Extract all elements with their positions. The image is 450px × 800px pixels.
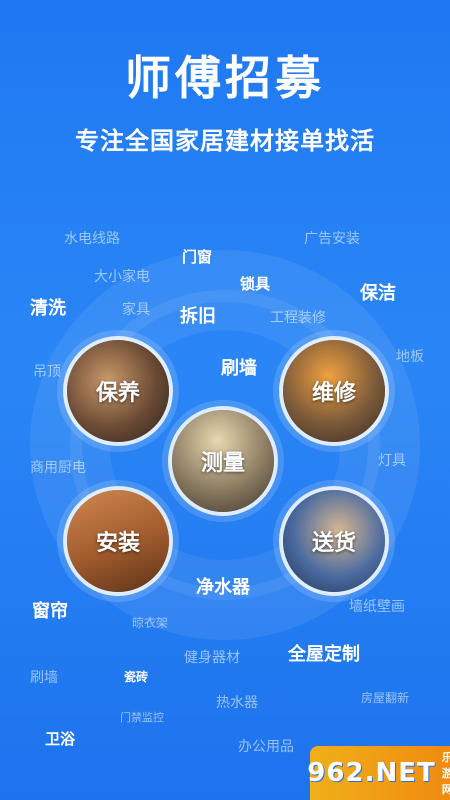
service-anzhuang[interactable]: 安装 [63, 486, 173, 596]
keyword-qiangzhi: 墙纸壁画 [349, 599, 405, 615]
service-songhuo-label: 送货 [311, 531, 356, 556]
service-anzhuang-label: 安装 [95, 531, 140, 556]
keyword-gongcheng: 工程装修 [270, 310, 326, 326]
keyword-shuidian: 水电线路 [64, 231, 120, 247]
keyword-weiyu: 卫浴 [45, 730, 76, 748]
keyword-jiaju: 家具 [122, 302, 150, 318]
keyword-jingshuiqi: 净水器 [196, 577, 250, 598]
keyword-chuanglian: 窗帘 [32, 601, 68, 622]
keyword-quanwu: 全屋定制 [288, 644, 360, 665]
page-title: 师傅招募 [125, 51, 325, 105]
service-weixiu-label: 维修 [311, 381, 356, 406]
service-songhuo[interactable]: 送货 [279, 486, 389, 596]
service-baoyang-label: 保养 [95, 381, 140, 406]
keyword-fangwu: 房屋翻新 [361, 691, 410, 705]
keyword-jianshen: 健身器材 [184, 650, 240, 666]
keyword-shuaqiang-2: 刷墙 [30, 670, 58, 686]
keyword-shuaqiang: 刷墙 [221, 358, 257, 379]
service-weixiu[interactable]: 维修 [279, 336, 389, 446]
keyword-dengju: 灯具 [378, 453, 406, 469]
keyword-suoju: 锁具 [240, 275, 271, 293]
watermark-logo: 962.NET [307, 758, 436, 788]
keyword-bangong: 办公用品 [238, 739, 294, 755]
keyword-guanggao: 广告安装 [304, 231, 360, 247]
keyword-menchuang: 门窗 [182, 248, 213, 266]
watermark-subtext: 乐游网 [441, 751, 450, 796]
keyword-daxiao: 大小家电 [94, 269, 150, 285]
service-baoyang[interactable]: 保养 [63, 336, 173, 446]
watermark-badge: 962.NET 乐游网 [307, 746, 450, 800]
keyword-menjin: 门禁监控 [120, 711, 164, 724]
keyword-cizhuan: 瓷砖 [124, 670, 149, 684]
service-celiang-label: 测量 [200, 451, 245, 476]
keyword-diban: 地板 [396, 349, 424, 365]
keyword-shangyong: 商用厨电 [30, 460, 86, 476]
keyword-reshuiqi: 热水器 [216, 695, 258, 711]
keyword-diaoding: 吊顶 [33, 364, 61, 380]
keyword-liangyijia: 晾衣架 [132, 616, 169, 630]
page-subtitle: 专注全国家居建材接单找活 [75, 127, 375, 155]
keyword-chaijiu: 拆旧 [180, 306, 216, 327]
service-celiang[interactable]: 测量 [168, 406, 278, 516]
keyword-baojie: 保洁 [360, 283, 396, 304]
keyword-qingxi: 清洗 [30, 298, 66, 319]
